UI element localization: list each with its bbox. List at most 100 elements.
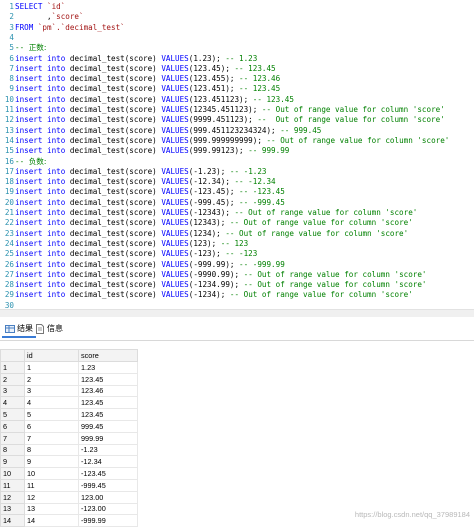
code-line[interactable]: 29insert into decimal_test(score) VALUES… xyxy=(0,290,474,301)
token-plain: decimal_test(score) xyxy=(69,187,162,197)
row-number[interactable]: 12 xyxy=(0,490,25,504)
code-line[interactable]: 19insert into decimal_test(score) VALUES… xyxy=(0,187,474,198)
token-plain: decimal_test(score) xyxy=(69,208,162,217)
cell-id[interactable]: 10 xyxy=(24,467,79,480)
cell-score[interactable]: -1.23 xyxy=(78,443,138,457)
cell-id[interactable]: 1 xyxy=(24,361,79,374)
cell-score[interactable]: -12.34 xyxy=(78,455,138,469)
table-row[interactable]: 10 10 -123.45 xyxy=(0,467,138,480)
cell-score[interactable]: -123.00 xyxy=(78,502,138,516)
code-line[interactable]: 28insert into decimal_test(score) VALUES… xyxy=(0,280,474,291)
token-cm: -- Out of range value for column 'score' xyxy=(225,228,409,238)
cell-score[interactable]: 123.00 xyxy=(78,490,138,504)
column-header-score[interactable]: score xyxy=(78,349,138,362)
cell-id[interactable]: 2 xyxy=(24,372,79,386)
code-line[interactable]: 24insert into decimal_test(score) VALUES… xyxy=(0,239,474,250)
token-plain: decimal_test(score) xyxy=(69,177,162,187)
code-line[interactable]: 5-- 正数: xyxy=(0,43,474,54)
code-line[interactable]: 12insert into decimal_test(score) VALUES… xyxy=(0,115,474,126)
cell-score[interactable]: 999.99 xyxy=(78,431,138,445)
code-line[interactable]: 14insert into decimal_test(score) VALUES… xyxy=(0,136,474,147)
table-row[interactable]: 9 9 -12.34 xyxy=(0,455,138,469)
cell-id[interactable]: 11 xyxy=(24,478,79,492)
code-line[interactable]: 1SELECT `id` xyxy=(0,2,474,13)
tab-results[interactable]: 结果 xyxy=(2,322,36,338)
row-number[interactable]: 5 xyxy=(0,408,25,421)
sql-editor[interactable]: 1SELECT `id` 2 ,`score` 3FROM `pm`.`decima… xyxy=(0,0,474,316)
cell-id[interactable]: 6 xyxy=(24,419,79,433)
column-header-id[interactable]: id xyxy=(24,349,79,362)
cell-score[interactable]: 123.45 xyxy=(78,396,138,410)
table-row[interactable]: 8 8 -1.23 xyxy=(0,443,138,457)
row-header-corner[interactable] xyxy=(0,349,25,362)
cell-score[interactable]: 123.45 xyxy=(78,372,138,386)
code-line[interactable]: 4 xyxy=(0,33,474,44)
row-number[interactable]: 1 xyxy=(0,361,25,374)
row-number[interactable]: 6 xyxy=(0,419,25,433)
row-number[interactable]: 13 xyxy=(0,502,25,516)
row-number[interactable]: 7 xyxy=(0,431,25,445)
row-number[interactable]: 9 xyxy=(0,455,25,469)
tab-info[interactable]: 信息 xyxy=(32,322,66,336)
row-number[interactable]: 3 xyxy=(0,384,25,398)
table-row[interactable]: 4 4 123.45 xyxy=(0,396,138,410)
cell-id[interactable]: 13 xyxy=(24,502,79,516)
row-number[interactable]: 11 xyxy=(0,478,25,492)
code-line[interactable]: 13insert into decimal_test(score) VALUES… xyxy=(0,126,474,137)
cell-score[interactable]: 1.23 xyxy=(78,361,138,374)
code-line[interactable]: 23insert into decimal_test(score) VALUES… xyxy=(0,229,474,240)
table-row[interactable]: 5 5 123.45 xyxy=(0,408,138,421)
cell-id[interactable]: 4 xyxy=(24,396,79,410)
cell-id[interactable]: 3 xyxy=(24,384,79,398)
code-line[interactable]: 15insert into decimal_test(score) VALUES… xyxy=(0,146,474,157)
cell-id[interactable]: 7 xyxy=(24,431,79,445)
row-number[interactable]: 4 xyxy=(0,396,25,410)
cell-score[interactable]: 123.45 xyxy=(78,408,138,421)
code-line[interactable]: 21insert into decimal_test(score) VALUES… xyxy=(0,208,474,219)
token-kw: insert into xyxy=(15,187,70,197)
editor-horizontal-scrollbar[interactable] xyxy=(0,309,474,317)
code-line[interactable]: 10insert into decimal_test(score) VALUES… xyxy=(0,95,474,106)
token-cm: -- -999.99 xyxy=(239,259,285,269)
code-line[interactable]: 20insert into decimal_test(score) VALUES… xyxy=(0,198,474,209)
token-cm: -- Out of range value for column 'score' xyxy=(266,135,450,145)
cell-score[interactable]: 123.46 xyxy=(78,384,138,398)
table-row[interactable]: 3 3 123.46 xyxy=(0,384,138,398)
line-number: 15 xyxy=(4,146,14,156)
token-plain: (-12343); xyxy=(188,208,235,217)
code-line[interactable]: 9insert into decimal_test(score) VALUES(… xyxy=(0,84,474,95)
code-line[interactable]: 2 ,`score` xyxy=(0,12,474,23)
code-line[interactable]: 22insert into decimal_test(score) VALUES… xyxy=(0,218,474,229)
code-line[interactable]: 11insert into decimal_test(score) VALUES… xyxy=(0,105,474,116)
row-number[interactable]: 10 xyxy=(0,467,25,480)
code-text: -- 负数: xyxy=(15,157,46,166)
code-line[interactable]: 7insert into decimal_test(score) VALUES(… xyxy=(0,64,474,75)
code-line[interactable]: 18insert into decimal_test(score) VALUES… xyxy=(0,177,474,188)
code-line[interactable]: 26insert into decimal_test(score) VALUES… xyxy=(0,260,474,271)
token-kw: insert into xyxy=(15,74,70,84)
cell-id[interactable]: 12 xyxy=(24,490,79,504)
code-line[interactable]: 27insert into decimal_test(score) VALUES… xyxy=(0,270,474,281)
code-line[interactable]: 3FROM `pm`.`decimal_test` xyxy=(0,23,474,34)
row-number[interactable]: 8 xyxy=(0,443,25,457)
table-row[interactable]: 7 7 999.99 xyxy=(0,431,138,445)
table-row[interactable]: 13 13 -123.00 xyxy=(0,502,138,516)
token-kw: VALUES xyxy=(161,105,189,114)
table-row[interactable]: 2 2 123.45 xyxy=(0,372,138,386)
code-line[interactable]: 25insert into decimal_test(score) VALUES… xyxy=(0,249,474,260)
cell-id[interactable]: 8 xyxy=(24,443,79,457)
cell-id[interactable]: 5 xyxy=(24,408,79,421)
table-row[interactable]: 11 11 -999.45 xyxy=(0,478,138,492)
table-row[interactable]: 1 1 1.23 xyxy=(0,361,138,374)
code-line[interactable]: 6insert into decimal_test(score) VALUES(… xyxy=(0,54,474,65)
row-number[interactable]: 2 xyxy=(0,372,25,386)
table-row[interactable]: 12 12 123.00 xyxy=(0,490,138,504)
cell-score[interactable]: -123.45 xyxy=(78,467,138,480)
code-line[interactable]: 17insert into decimal_test(score) VALUES… xyxy=(0,167,474,178)
cell-id[interactable]: 9 xyxy=(24,455,79,469)
cell-score[interactable]: 999.45 xyxy=(78,419,138,433)
table-row[interactable]: 6 6 999.45 xyxy=(0,419,138,433)
code-line[interactable]: 8insert into decimal_test(score) VALUES(… xyxy=(0,74,474,85)
code-line[interactable]: 16-- 负数: xyxy=(0,157,474,168)
cell-score[interactable]: -999.45 xyxy=(78,478,138,492)
